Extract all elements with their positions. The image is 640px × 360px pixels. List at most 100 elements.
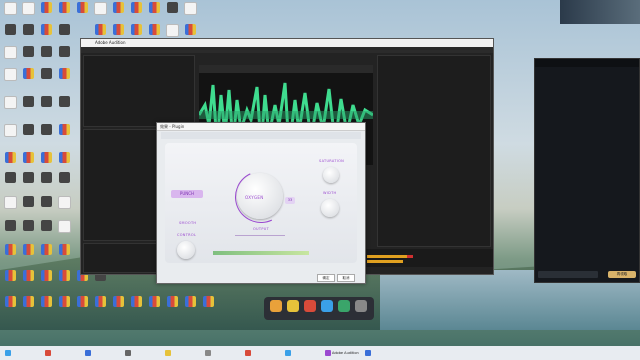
dock-app-icon[interactable] (321, 300, 333, 312)
desktop-icon[interactable] (110, 2, 126, 22)
desktop-icon[interactable] (38, 196, 54, 216)
taskbar-button[interactable]: Adobe Audition (324, 348, 359, 358)
desktop-icon[interactable] (20, 96, 36, 116)
desktop-icon[interactable] (38, 24, 54, 44)
desktop-icon[interactable] (146, 296, 162, 316)
desktop-icon[interactable] (56, 124, 72, 144)
desktop-icon[interactable] (2, 96, 18, 116)
desktop-icon[interactable] (20, 172, 36, 192)
desktop-icon[interactable] (38, 172, 54, 192)
desktop-icon[interactable] (20, 2, 36, 22)
plugin-titlebar[interactable]: 效果 - Plugin (157, 123, 365, 131)
desktop-icon[interactable] (20, 68, 36, 88)
desktop-icon[interactable] (2, 46, 18, 66)
dock-app-icon[interactable] (304, 300, 316, 312)
desktop-icon[interactable] (38, 152, 54, 172)
taskbar-button[interactable] (84, 348, 92, 358)
desktop-icon[interactable] (2, 2, 18, 22)
desktop-icon[interactable] (74, 296, 90, 316)
desktop-icon[interactable] (56, 270, 72, 290)
dock-app-icon[interactable] (287, 300, 299, 312)
dock-app-icon[interactable] (355, 300, 367, 312)
plugin-window[interactable]: 效果 - Plugin SMOOTH . CONTROL OXYGEN 33 S… (156, 122, 366, 284)
width-knob[interactable] (321, 199, 339, 217)
taskbar-button[interactable] (364, 348, 372, 358)
desktop-icon[interactable] (56, 152, 72, 172)
desktop-icon[interactable] (182, 296, 198, 316)
desktop-icon[interactable] (2, 196, 18, 216)
desktop-icon[interactable] (38, 46, 54, 66)
desktop-icon[interactable] (2, 68, 18, 88)
desktop-icon[interactable] (38, 244, 54, 264)
control-knob[interactable] (177, 241, 195, 259)
desktop-icon[interactable] (20, 152, 36, 172)
desktop-icon[interactable] (182, 2, 198, 22)
dock-app-icon[interactable] (338, 300, 350, 312)
desktop-icon[interactable] (74, 2, 90, 22)
desktop-icon[interactable] (20, 244, 36, 264)
audition-titlebar[interactable]: Adobe Audition (81, 39, 493, 47)
desktop-icon[interactable] (2, 220, 18, 240)
audition-menubar[interactable] (81, 47, 493, 53)
desktop-icon[interactable] (2, 24, 18, 44)
taskbar-button[interactable] (244, 348, 252, 358)
desktop-icon[interactable] (38, 296, 54, 316)
taskbar-button[interactable] (284, 348, 292, 358)
taskbar-button[interactable] (164, 348, 172, 358)
taskbar-button[interactable] (124, 348, 132, 358)
game-banner[interactable] (560, 0, 640, 24)
desktop-icon[interactable] (56, 296, 72, 316)
desktop-icon[interactable] (56, 2, 72, 22)
desktop-icon[interactable] (92, 296, 108, 316)
punch-button[interactable]: PUNCH (171, 190, 203, 198)
desktop-icon[interactable] (128, 2, 144, 22)
chat-panel[interactable]: 再领取 (534, 58, 640, 283)
desktop-icon[interactable] (38, 96, 54, 116)
desktop-icon[interactable] (128, 296, 144, 316)
desktop-icon[interactable] (56, 172, 72, 192)
desktop-icon[interactable] (20, 296, 36, 316)
desktop-icon[interactable] (2, 244, 18, 264)
desktop-icon[interactable] (20, 220, 36, 240)
desktop-icon[interactable] (20, 124, 36, 144)
desktop-icon[interactable] (2, 124, 18, 144)
desktop-icon[interactable] (20, 196, 36, 216)
desktop-icon[interactable] (56, 46, 72, 66)
cancel-button[interactable]: 取消 (337, 274, 355, 282)
desktop-icon[interactable] (56, 244, 72, 264)
dock-app-icon[interactable] (270, 300, 282, 312)
desktop-icon[interactable] (2, 270, 18, 290)
app-dock[interactable] (264, 297, 374, 320)
desktop-icon[interactable] (20, 24, 36, 44)
taskbar-button[interactable] (204, 348, 212, 358)
desktop-icon[interactable] (38, 220, 54, 240)
desktop-icon[interactable] (200, 296, 216, 316)
chat-input[interactable] (538, 271, 598, 278)
desktop-icon[interactable] (146, 2, 162, 22)
desktop-icon[interactable] (38, 2, 54, 22)
desktop-icon[interactable] (2, 296, 18, 316)
desktop-icon[interactable] (20, 270, 36, 290)
ok-button[interactable]: 确定 (317, 274, 335, 282)
desktop-icon[interactable] (164, 2, 180, 22)
desktop-icon[interactable] (56, 196, 72, 216)
desktop-icon[interactable] (2, 172, 18, 192)
desktop-icon[interactable] (56, 96, 72, 116)
desktop-icon[interactable] (2, 152, 18, 172)
desktop-icon[interactable] (38, 124, 54, 144)
desktop-icon[interactable] (92, 2, 108, 22)
desktop-icon[interactable] (20, 46, 36, 66)
desktop-icon[interactable] (38, 68, 54, 88)
desktop-icon[interactable] (56, 24, 72, 44)
desktop-icon[interactable] (56, 68, 72, 88)
effects-rack-panel[interactable] (377, 55, 491, 247)
files-panel[interactable] (83, 55, 195, 127)
desktop-icon[interactable] (164, 296, 180, 316)
chat-ad-button[interactable]: 再领取 (608, 271, 636, 278)
desktop-icon[interactable] (38, 270, 54, 290)
desktop-icon[interactable] (56, 220, 72, 240)
taskbar-button[interactable] (4, 348, 12, 358)
saturation-knob[interactable] (323, 167, 339, 183)
taskbar-button[interactable] (44, 348, 52, 358)
desktop-icon[interactable] (110, 296, 126, 316)
